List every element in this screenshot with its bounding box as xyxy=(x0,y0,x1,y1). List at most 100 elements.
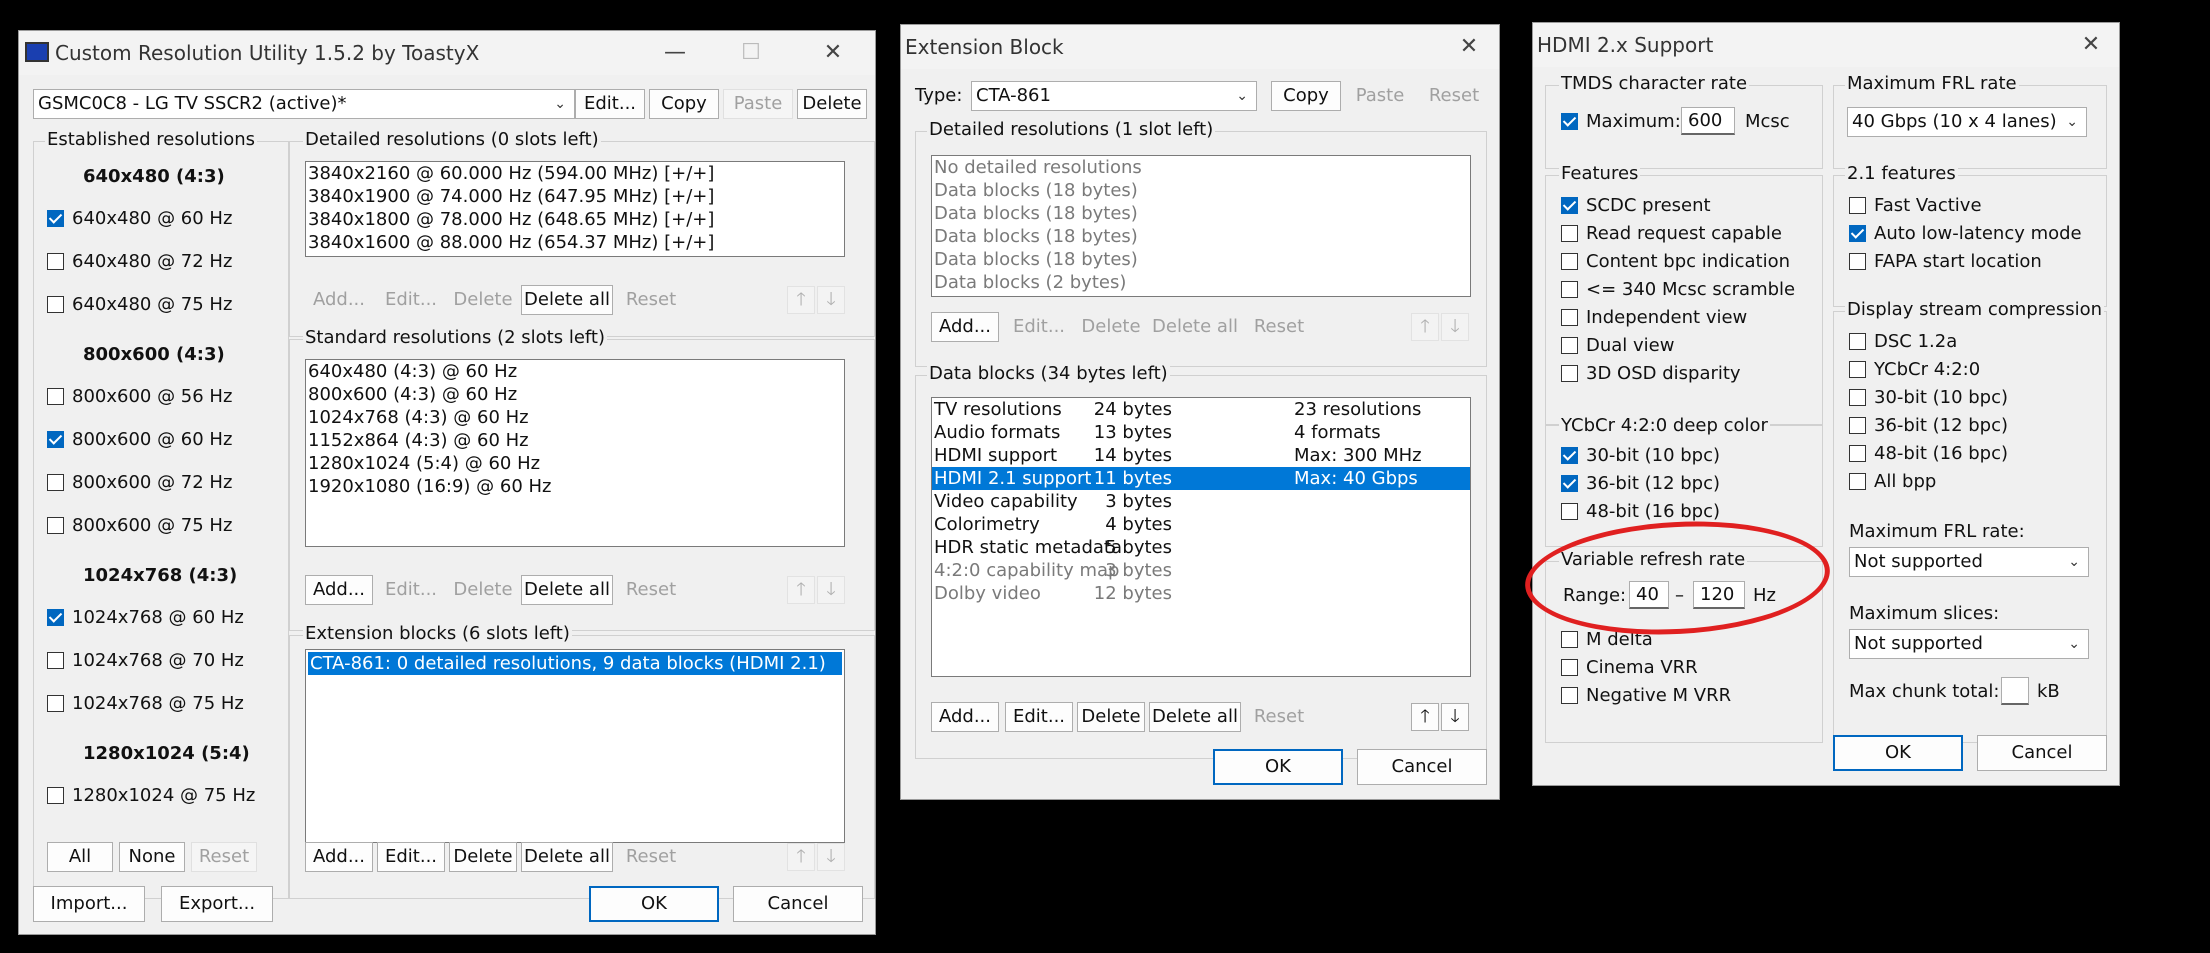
vrr-max-input[interactable]: 120 xyxy=(1693,581,1745,609)
feature-checkbox[interactable]: Dual view xyxy=(1561,335,1674,357)
feature-checkbox[interactable]: Content bpc indication xyxy=(1561,251,1790,273)
arrow-up-icon[interactable]: 🡑 xyxy=(1411,703,1439,731)
established-checkbox[interactable]: 800x600 @ 75 Hz xyxy=(47,515,232,537)
established-checkbox[interactable]: 800x600 @ 60 Hz xyxy=(47,429,232,451)
copy-button[interactable]: Copy xyxy=(649,89,719,119)
export-button[interactable]: Export... xyxy=(161,886,273,922)
established-checkbox[interactable]: 800x600 @ 56 Hz xyxy=(47,386,232,408)
add-extension-button[interactable]: Add... xyxy=(305,842,373,872)
delete-all-detailed-button[interactable]: Delete all xyxy=(521,285,613,315)
extension-list[interactable]: CTA-861: 0 detailed resolutions, 9 data … xyxy=(305,649,845,843)
list-item[interactable]: 3840x1800 @ 78.000 Hz (648.65 MHz) [+/+] xyxy=(306,208,844,231)
established-checkbox[interactable]: 1024x768 @ 70 Hz xyxy=(47,650,244,672)
close-icon[interactable]: ✕ xyxy=(1447,29,1491,65)
established-checkbox[interactable]: 1280x1024 @ 75 Hz xyxy=(47,785,255,807)
monitor-select[interactable]: GSMC0C8 - LG TV SSCR2 (active)* ⌄ xyxy=(33,89,575,119)
cancel-button[interactable]: Cancel xyxy=(733,886,863,922)
all-button[interactable]: All xyxy=(47,842,113,872)
close-icon[interactable]: ✕ xyxy=(2069,27,2113,63)
none-button[interactable]: None xyxy=(119,842,185,872)
deepcolor-checkbox[interactable]: 48-bit (16 bpc) xyxy=(1561,501,1720,523)
ext-titlebar[interactable]: Extension Block ✕ xyxy=(901,25,1499,69)
minimize-icon[interactable]: — xyxy=(653,35,697,71)
edit-extension-button[interactable]: Edit... xyxy=(377,842,445,872)
list-item[interactable]: CTA-861: 0 detailed resolutions, 9 data … xyxy=(308,652,842,675)
add-ext-detailed-button[interactable]: Add... xyxy=(931,312,999,342)
add-standard-button[interactable]: Add... xyxy=(305,575,373,605)
deepcolor-checkbox[interactable]: 30-bit (10 bpc) xyxy=(1561,445,1720,467)
data-blocks-list[interactable]: TV resolutions 24 bytes 23 resolutions Aud… xyxy=(931,397,1471,677)
list-item[interactable]: 3840x1600 @ 88.000 Hz (654.37 MHz) [+/+] xyxy=(306,231,844,254)
data-block-row[interactable]: 4:2:0 capability map 3 bytes xyxy=(932,559,1470,582)
vrr-checkbox[interactable]: Cinema VRR xyxy=(1561,657,1698,679)
dsc-slices-select[interactable]: Not supported ⌄ xyxy=(1849,629,2089,659)
list-item[interactable]: 640x480 (4:3) @ 60 Hz xyxy=(306,360,844,383)
features21-checkbox[interactable]: Auto low-latency mode xyxy=(1849,223,2082,245)
dsc-checkbox[interactable]: DSC 1.2a xyxy=(1849,331,1957,353)
established-checkbox[interactable]: 1024x768 @ 75 Hz xyxy=(47,693,244,715)
established-checkbox[interactable]: 640x480 @ 60 Hz xyxy=(47,208,232,230)
dsc-checkbox[interactable]: 30-bit (10 bpc) xyxy=(1849,387,2008,409)
data-block-row[interactable]: HDMI support 14 bytes Max: 300 MHz xyxy=(932,444,1470,467)
tmds-value-input[interactable]: 600 xyxy=(1681,107,1735,135)
data-block-row[interactable]: Video capability 3 bytes xyxy=(932,490,1470,513)
data-block-row[interactable]: Dolby video 12 bytes xyxy=(932,582,1470,605)
type-select[interactable]: CTA-861 ⌄ xyxy=(971,81,1257,111)
ok-button[interactable]: OK xyxy=(589,886,719,922)
tmds-max-checkbox[interactable]: Maximum: xyxy=(1561,111,1681,133)
data-block-row[interactable]: Audio formats 13 bytes 4 formats xyxy=(932,421,1470,444)
hdmi-titlebar[interactable]: HDMI 2.x Support ✕ xyxy=(1533,23,2119,67)
established-checkbox[interactable]: 640x480 @ 72 Hz xyxy=(47,251,232,273)
features21-checkbox[interactable]: Fast Vactive xyxy=(1849,195,1982,217)
delete-all-data-block-button[interactable]: Delete all xyxy=(1149,702,1241,732)
deepcolor-checkbox[interactable]: 36-bit (12 bpc) xyxy=(1561,473,1720,495)
list-item[interactable]: 3840x1900 @ 74.000 Hz (647.95 MHz) [+/+] xyxy=(306,185,844,208)
list-item[interactable]: 1280x1024 (5:4) @ 60 Hz xyxy=(306,452,844,475)
arrow-down-icon[interactable]: 🡓 xyxy=(1441,703,1469,731)
list-item[interactable]: 1920x1080 (16:9) @ 60 Hz xyxy=(306,475,844,498)
copy-button[interactable]: Copy xyxy=(1271,81,1341,111)
edit-data-block-button[interactable]: Edit... xyxy=(1005,702,1073,732)
vrr-min-input[interactable]: 40 xyxy=(1629,581,1669,609)
vrr-checkbox[interactable]: Negative M VRR xyxy=(1561,685,1731,707)
frl-select[interactable]: 40 Gbps (10 x 4 lanes) ⌄ xyxy=(1847,107,2087,137)
delete-data-block-button[interactable]: Delete xyxy=(1077,702,1145,732)
detailed-list[interactable]: 3840x2160 @ 60.000 Hz (594.00 MHz) [+/+]… xyxy=(305,161,845,257)
delete-extension-button[interactable]: Delete xyxy=(449,842,517,872)
ext-detailed-list[interactable]: No detailed resolutions Data blocks (18 … xyxy=(931,155,1471,297)
feature-checkbox[interactable]: Read request capable xyxy=(1561,223,1782,245)
list-item[interactable]: 800x600 (4:3) @ 60 Hz xyxy=(306,383,844,406)
import-button[interactable]: Import... xyxy=(33,886,145,922)
vrr-checkbox[interactable]: M delta xyxy=(1561,629,1653,651)
ok-button[interactable]: OK xyxy=(1213,749,1343,785)
cancel-button[interactable]: Cancel xyxy=(1357,749,1487,785)
list-item[interactable]: 1024x768 (4:3) @ 60 Hz xyxy=(306,406,844,429)
dsc-checkbox[interactable]: All bpp xyxy=(1849,471,1936,493)
ok-button[interactable]: OK xyxy=(1833,735,1963,771)
feature-checkbox[interactable]: 3D OSD disparity xyxy=(1561,363,1741,385)
add-data-block-button[interactable]: Add... xyxy=(931,702,999,732)
established-checkbox[interactable]: 800x600 @ 72 Hz xyxy=(47,472,232,494)
data-block-row[interactable]: HDR static metadata 5 bytes xyxy=(932,536,1470,559)
feature-checkbox[interactable]: Independent view xyxy=(1561,307,1747,329)
features21-checkbox[interactable]: FAPA start location xyxy=(1849,251,2042,273)
dsc-frl-select[interactable]: Not supported ⌄ xyxy=(1849,547,2089,577)
feature-checkbox[interactable]: SCDC present xyxy=(1561,195,1711,217)
dsc-checkbox[interactable]: 36-bit (12 bpc) xyxy=(1849,415,2008,437)
list-item[interactable]: 3840x2160 @ 60.000 Hz (594.00 MHz) [+/+] xyxy=(306,162,844,185)
close-icon[interactable]: ✕ xyxy=(811,35,855,71)
delete-monitor-button[interactable]: Delete xyxy=(797,89,867,119)
data-block-row[interactable]: TV resolutions 24 bytes 23 resolutions xyxy=(932,398,1470,421)
cru-titlebar[interactable]: Custom Resolution Utility 1.5.2 by Toast… xyxy=(19,31,875,75)
established-checkbox[interactable]: 640x480 @ 75 Hz xyxy=(47,294,232,316)
dsc-checkbox[interactable]: 48-bit (16 bpc) xyxy=(1849,443,2008,465)
feature-checkbox[interactable]: <= 340 Mcsc scramble xyxy=(1561,279,1795,301)
cancel-button[interactable]: Cancel xyxy=(1977,735,2107,771)
established-checkbox[interactable]: 1024x768 @ 60 Hz xyxy=(47,607,244,629)
list-item[interactable]: 1152x864 (4:3) @ 60 Hz xyxy=(306,429,844,452)
data-block-row[interactable]: Colorimetry 4 bytes xyxy=(932,513,1470,536)
dsc-chunk-input[interactable] xyxy=(2001,677,2029,705)
data-block-row[interactable]: HDMI 2.1 support 11 bytes Max: 40 Gbps xyxy=(932,467,1470,490)
delete-all-standard-button[interactable]: Delete all xyxy=(521,575,613,605)
dsc-checkbox[interactable]: YCbCr 4:2:0 xyxy=(1849,359,1980,381)
